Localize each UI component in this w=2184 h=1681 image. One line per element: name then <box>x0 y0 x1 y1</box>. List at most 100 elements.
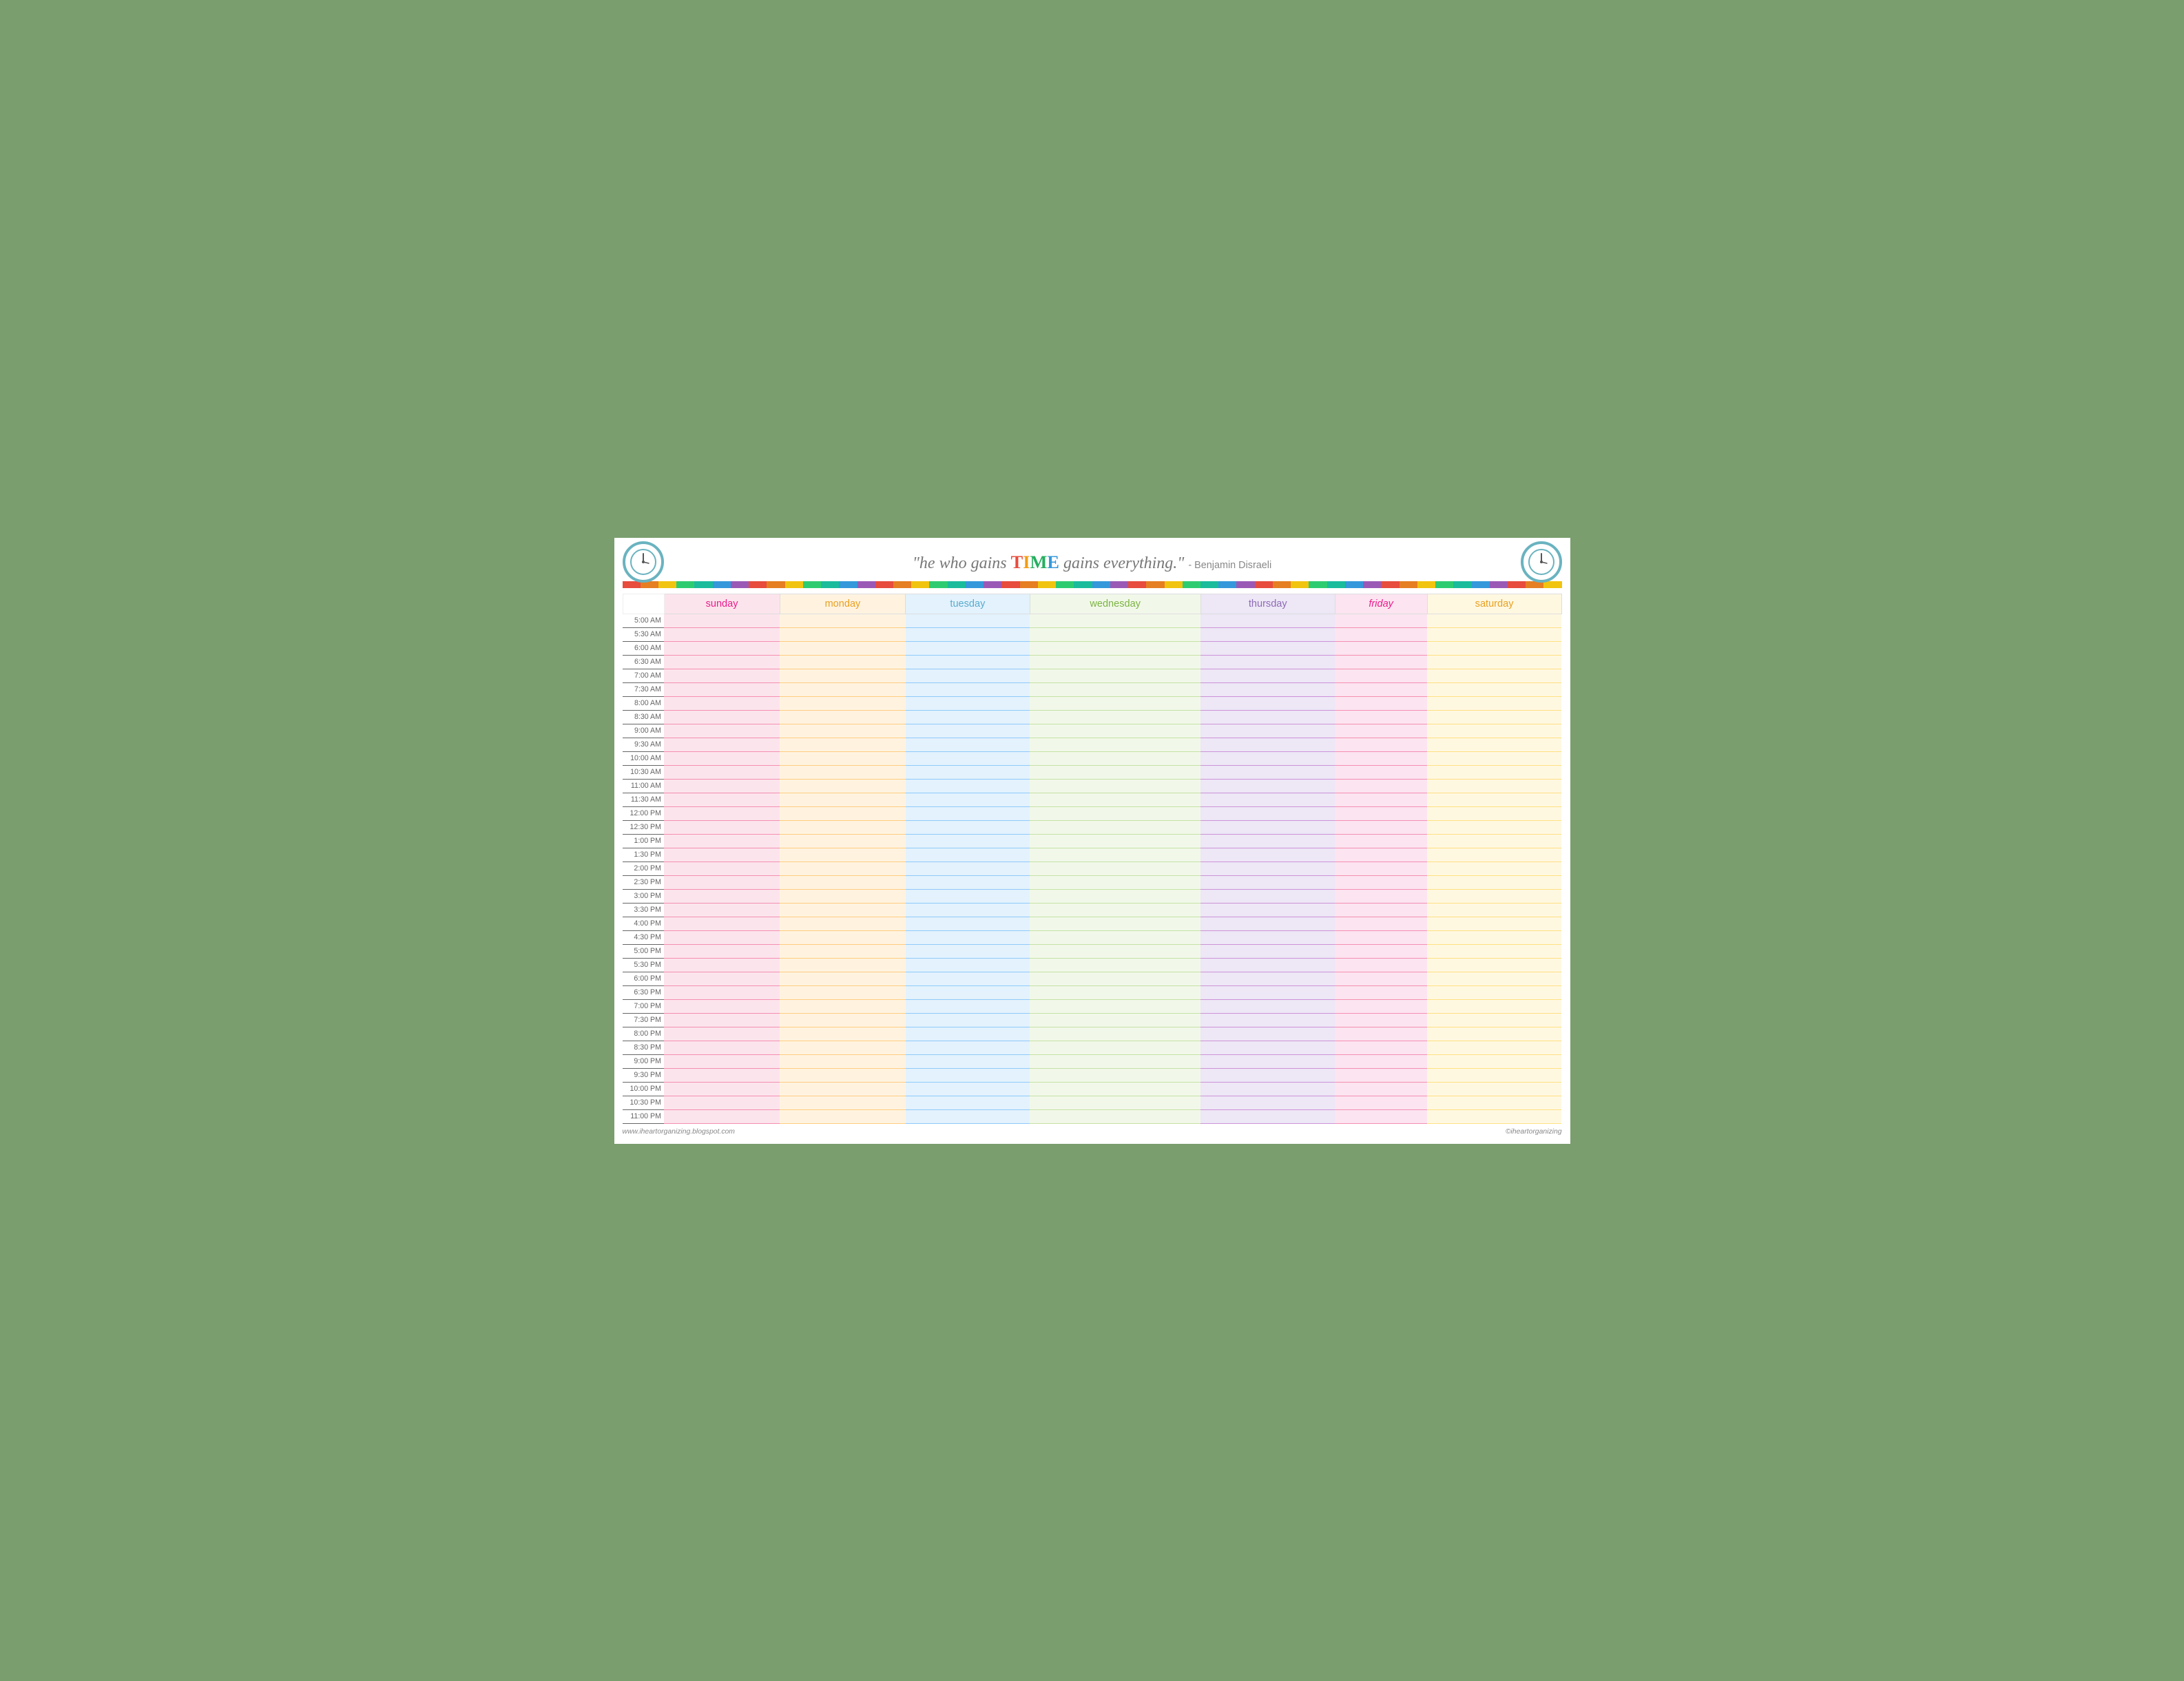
schedule-cell[interactable] <box>1335 765 1427 779</box>
schedule-cell[interactable] <box>1200 696 1335 710</box>
schedule-cell[interactable] <box>906 614 1030 627</box>
schedule-cell[interactable] <box>664 793 780 806</box>
schedule-cell[interactable] <box>664 669 780 682</box>
schedule-cell[interactable] <box>906 1027 1030 1041</box>
schedule-cell[interactable] <box>1030 1054 1200 1068</box>
schedule-cell[interactable] <box>1427 1013 1561 1027</box>
schedule-cell[interactable] <box>1030 848 1200 862</box>
schedule-cell[interactable] <box>664 1054 780 1068</box>
schedule-cell[interactable] <box>1427 820 1561 834</box>
schedule-cell[interactable] <box>780 765 906 779</box>
schedule-cell[interactable] <box>1200 765 1335 779</box>
schedule-cell[interactable] <box>906 710 1030 724</box>
schedule-cell[interactable] <box>664 972 780 985</box>
schedule-cell[interactable] <box>906 958 1030 972</box>
schedule-cell[interactable] <box>1030 1068 1200 1082</box>
schedule-cell[interactable] <box>1200 669 1335 682</box>
schedule-cell[interactable] <box>906 779 1030 793</box>
schedule-cell[interactable] <box>1427 696 1561 710</box>
schedule-cell[interactable] <box>1200 958 1335 972</box>
schedule-cell[interactable] <box>1200 862 1335 875</box>
schedule-cell[interactable] <box>780 1054 906 1068</box>
schedule-cell[interactable] <box>906 944 1030 958</box>
schedule-cell[interactable] <box>1427 779 1561 793</box>
schedule-cell[interactable] <box>1427 958 1561 972</box>
schedule-cell[interactable] <box>780 806 906 820</box>
schedule-cell[interactable] <box>1427 972 1561 985</box>
schedule-cell[interactable] <box>1427 889 1561 903</box>
schedule-cell[interactable] <box>780 627 906 641</box>
schedule-cell[interactable] <box>780 1082 906 1096</box>
schedule-cell[interactable] <box>1335 944 1427 958</box>
schedule-cell[interactable] <box>1030 944 1200 958</box>
schedule-cell[interactable] <box>1335 1041 1427 1054</box>
schedule-cell[interactable] <box>1335 1054 1427 1068</box>
schedule-cell[interactable] <box>1335 889 1427 903</box>
schedule-cell[interactable] <box>1427 903 1561 917</box>
schedule-cell[interactable] <box>1030 806 1200 820</box>
schedule-cell[interactable] <box>1335 875 1427 889</box>
schedule-cell[interactable] <box>1335 862 1427 875</box>
schedule-cell[interactable] <box>780 820 906 834</box>
schedule-cell[interactable] <box>1335 1082 1427 1096</box>
schedule-cell[interactable] <box>1200 903 1335 917</box>
schedule-cell[interactable] <box>1427 875 1561 889</box>
schedule-cell[interactable] <box>780 738 906 751</box>
schedule-cell[interactable] <box>664 641 780 655</box>
schedule-cell[interactable] <box>1200 1109 1335 1123</box>
schedule-cell[interactable] <box>664 917 780 930</box>
schedule-cell[interactable] <box>780 696 906 710</box>
schedule-cell[interactable] <box>906 1068 1030 1082</box>
schedule-cell[interactable] <box>906 820 1030 834</box>
schedule-cell[interactable] <box>906 655 1030 669</box>
schedule-cell[interactable] <box>1427 751 1561 765</box>
schedule-cell[interactable] <box>664 903 780 917</box>
schedule-cell[interactable] <box>1427 1041 1561 1054</box>
schedule-cell[interactable] <box>780 614 906 627</box>
schedule-cell[interactable] <box>1427 655 1561 669</box>
schedule-cell[interactable] <box>780 1027 906 1041</box>
schedule-cell[interactable] <box>780 848 906 862</box>
schedule-cell[interactable] <box>1030 930 1200 944</box>
schedule-cell[interactable] <box>1030 751 1200 765</box>
schedule-cell[interactable] <box>664 751 780 765</box>
schedule-cell[interactable] <box>1335 834 1427 848</box>
schedule-cell[interactable] <box>780 834 906 848</box>
schedule-cell[interactable] <box>1200 627 1335 641</box>
schedule-cell[interactable] <box>1427 1068 1561 1082</box>
schedule-cell[interactable] <box>1335 1068 1427 1082</box>
schedule-cell[interactable] <box>1030 1041 1200 1054</box>
schedule-cell[interactable] <box>1335 999 1427 1013</box>
schedule-cell[interactable] <box>664 1082 780 1096</box>
schedule-cell[interactable] <box>780 930 906 944</box>
schedule-cell[interactable] <box>780 917 906 930</box>
schedule-cell[interactable] <box>1335 738 1427 751</box>
schedule-cell[interactable] <box>1030 862 1200 875</box>
schedule-cell[interactable] <box>1335 682 1427 696</box>
schedule-cell[interactable] <box>1030 889 1200 903</box>
schedule-cell[interactable] <box>1200 875 1335 889</box>
schedule-cell[interactable] <box>1427 1096 1561 1109</box>
schedule-cell[interactable] <box>1200 917 1335 930</box>
schedule-cell[interactable] <box>780 875 906 889</box>
schedule-cell[interactable] <box>664 944 780 958</box>
schedule-cell[interactable] <box>906 972 1030 985</box>
schedule-cell[interactable] <box>1335 793 1427 806</box>
schedule-cell[interactable] <box>1427 1054 1561 1068</box>
schedule-cell[interactable] <box>1200 1013 1335 1027</box>
schedule-cell[interactable] <box>664 724 780 738</box>
schedule-cell[interactable] <box>664 930 780 944</box>
schedule-cell[interactable] <box>664 1096 780 1109</box>
schedule-cell[interactable] <box>1335 641 1427 655</box>
schedule-cell[interactable] <box>1335 985 1427 999</box>
schedule-cell[interactable] <box>1030 1013 1200 1027</box>
schedule-cell[interactable] <box>1030 834 1200 848</box>
schedule-cell[interactable] <box>1427 1082 1561 1096</box>
schedule-cell[interactable] <box>1030 793 1200 806</box>
schedule-cell[interactable] <box>906 765 1030 779</box>
schedule-cell[interactable] <box>1200 614 1335 627</box>
schedule-cell[interactable] <box>1427 710 1561 724</box>
schedule-cell[interactable] <box>664 1109 780 1123</box>
schedule-cell[interactable] <box>906 903 1030 917</box>
schedule-cell[interactable] <box>780 1041 906 1054</box>
